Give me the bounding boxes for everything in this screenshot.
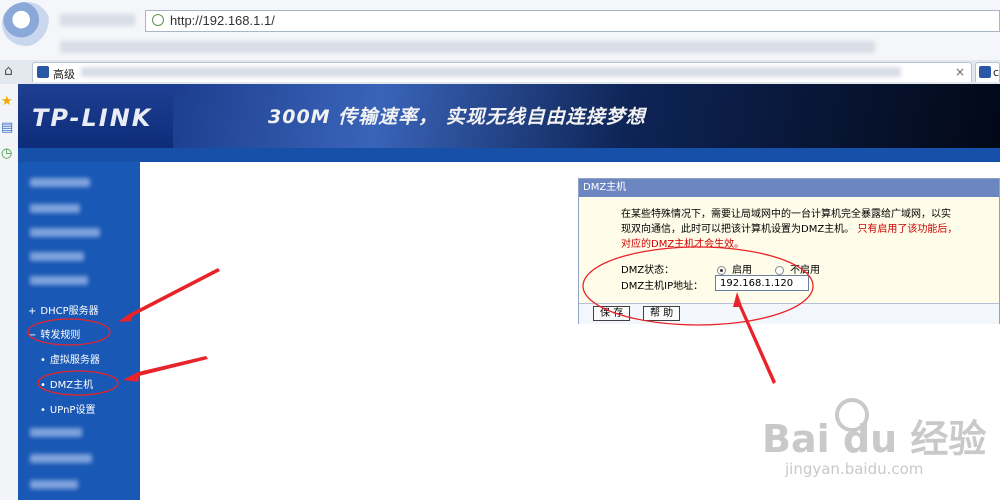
annotation-arrow-3 [733, 292, 776, 384]
annotation-ellipse-dmz-fields [582, 246, 814, 326]
annotation-arrow-1 [118, 268, 220, 322]
annotation-ellipse-dmz-menu [37, 370, 119, 396]
annotation-arrow-2 [123, 356, 208, 382]
watermark-url: jingyan.baidu.com [785, 460, 924, 478]
annotation-ellipse-forwarding [27, 318, 111, 346]
watermark-paw-icon [835, 398, 869, 432]
watermark-brand: Bai du 经验 [762, 417, 987, 461]
